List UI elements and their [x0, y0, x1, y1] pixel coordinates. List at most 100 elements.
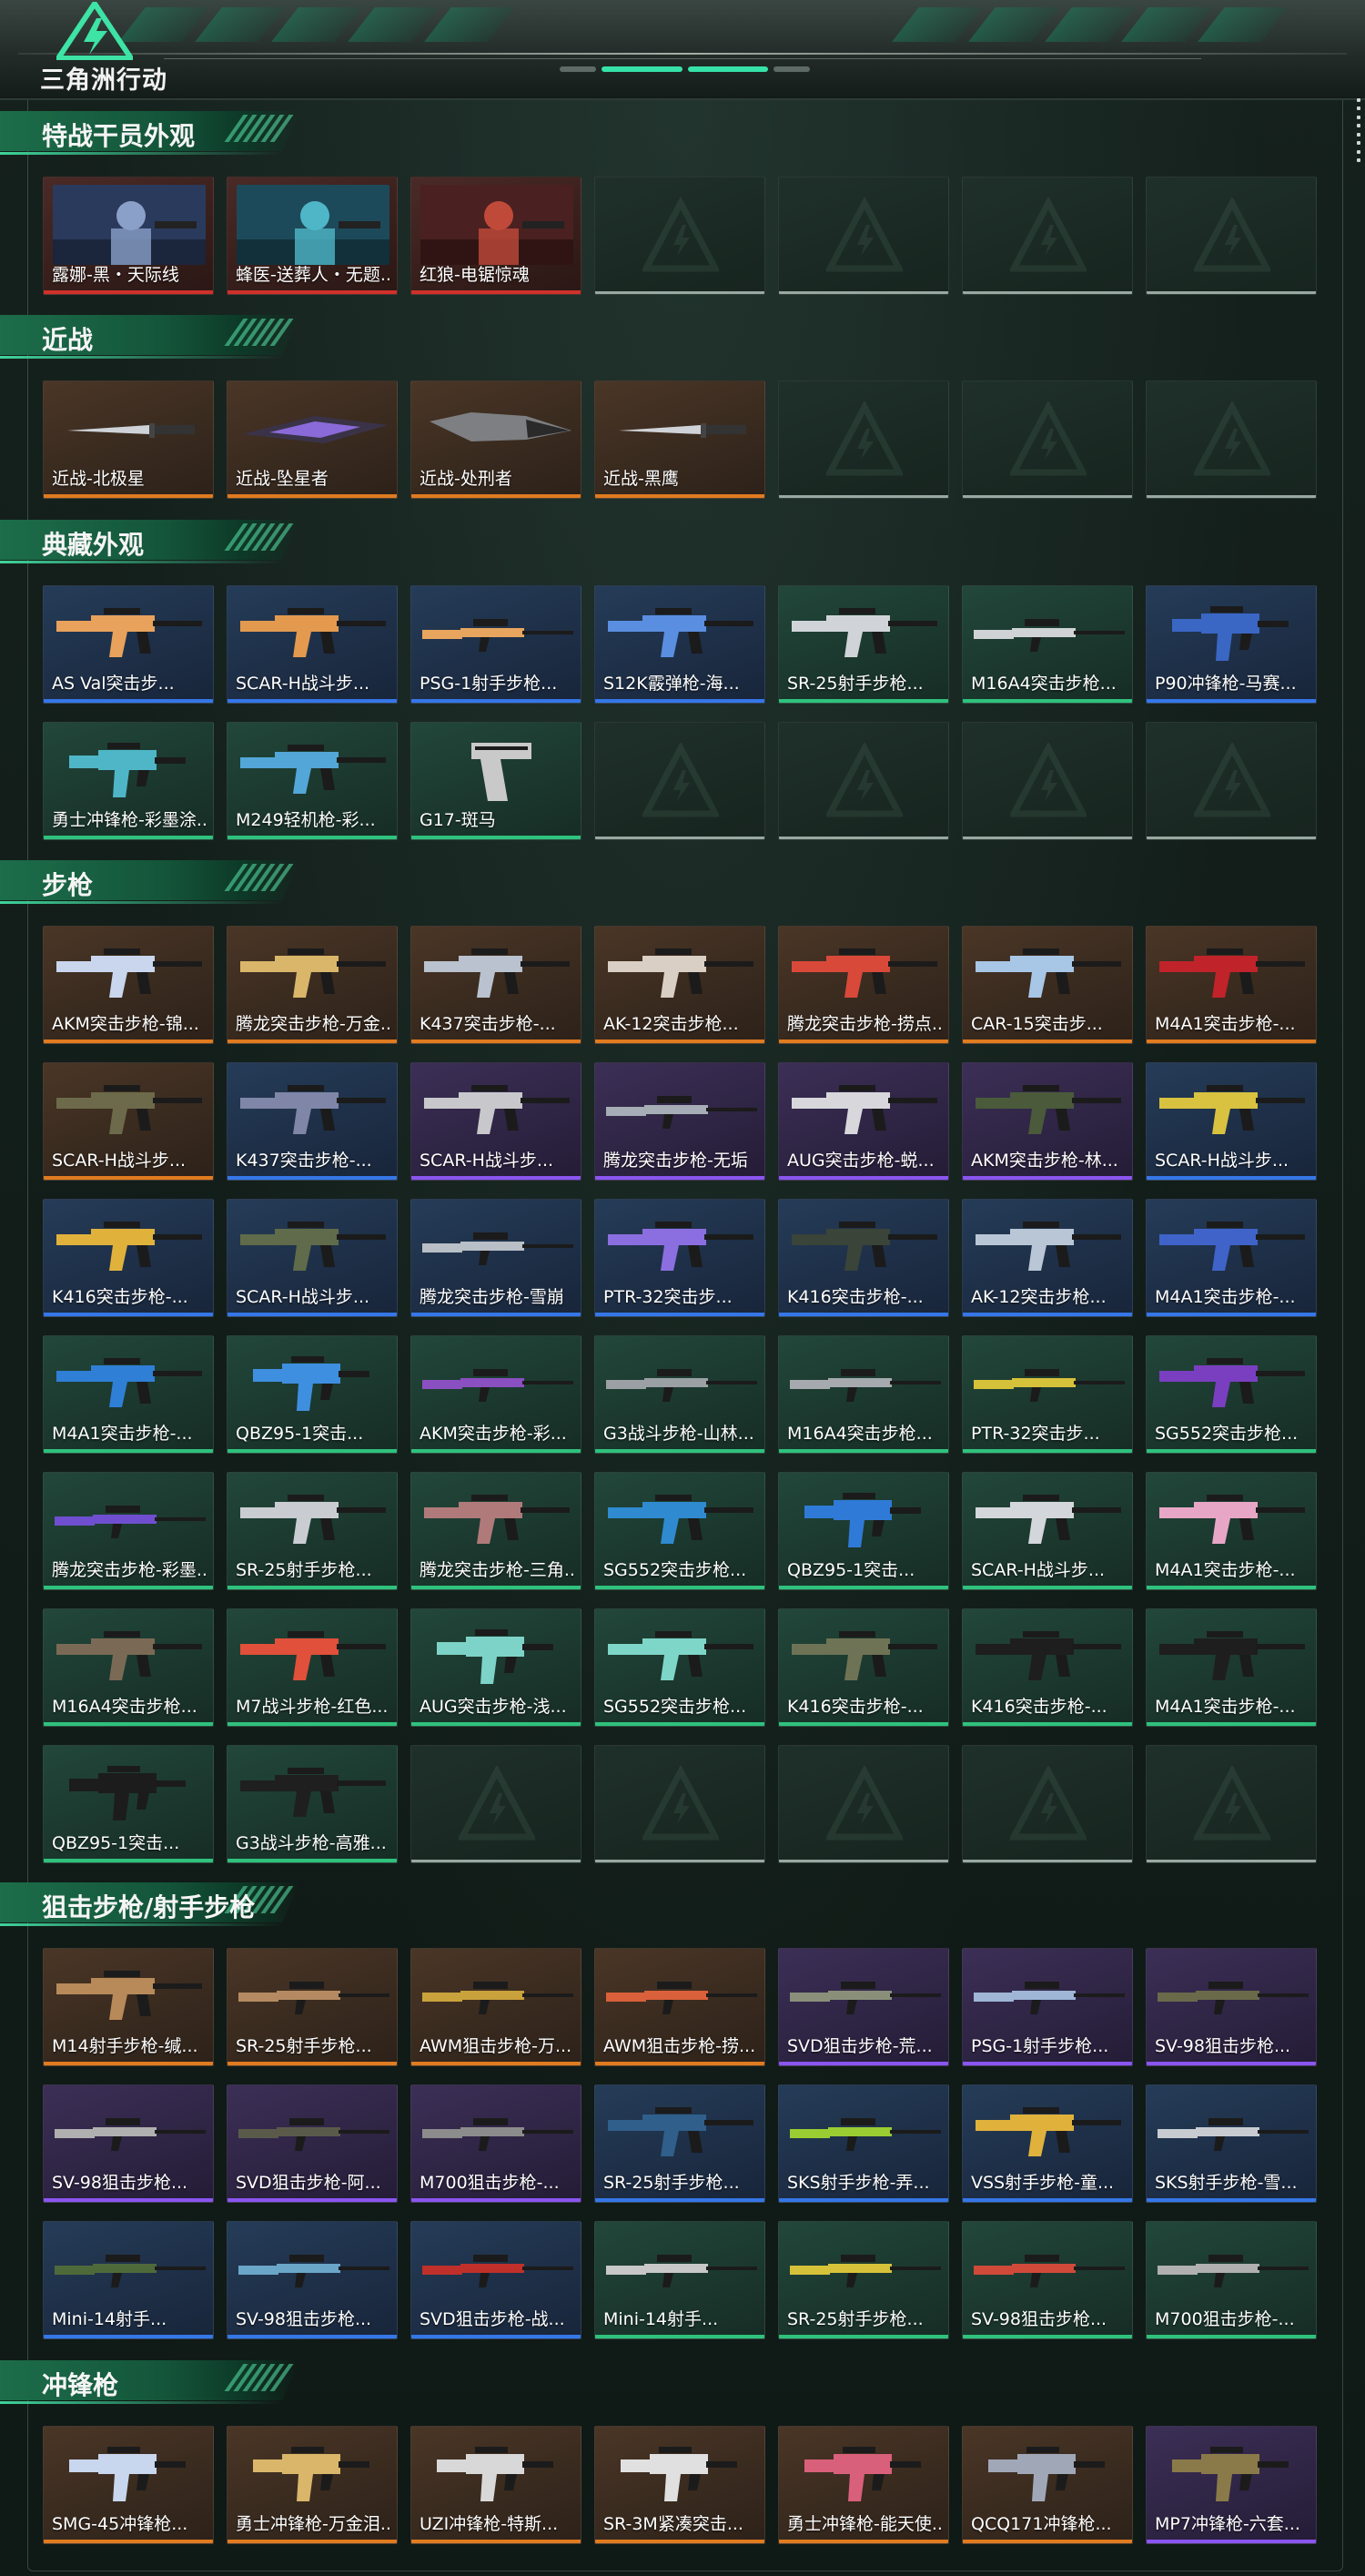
item-card[interactable]: K416突击步枪-... [778, 1199, 949, 1317]
item-card[interactable]: SV-98狙击步枪... [1146, 1948, 1317, 2066]
item-card[interactable]: AKM突击步枪-林... [962, 1062, 1133, 1181]
item-card[interactable]: SR-3M紧凑突击... [594, 2426, 765, 2544]
item-card[interactable]: 腾龙突击步枪-万金... [227, 926, 398, 1044]
item-card[interactable]: SKS射手步枪-弄... [778, 2084, 949, 2203]
item-card[interactable]: 近战-北极星 [43, 380, 214, 499]
item-card[interactable]: S12K霰弹枪-海... [594, 585, 765, 704]
item-card[interactable]: Mini-14射手... [43, 2221, 214, 2339]
item-card[interactable]: AK-12突击步枪... [594, 926, 765, 1044]
scrollbar[interactable] [1356, 98, 1361, 162]
item-card[interactable]: SVD狙击步枪-荒... [778, 1948, 949, 2066]
item-card[interactable]: 腾龙突击步枪-捞点... [778, 926, 949, 1044]
item-card[interactable]: SG552突击步枪... [594, 1608, 765, 1727]
item-card[interactable]: SVD狙击步枪-阿... [227, 2084, 398, 2203]
item-card[interactable]: M4A1突击步枪-... [1146, 1608, 1317, 1727]
item-card[interactable]: SR-25射手步枪... [778, 585, 949, 704]
item-card[interactable]: 勇士冲锋枪-彩墨涂... [43, 722, 214, 840]
rarity-bar [44, 2540, 213, 2543]
item-card[interactable]: AUG突击步枪-蜕... [778, 1062, 949, 1181]
item-card[interactable]: 近战-黑鹰 [594, 380, 765, 499]
item-card[interactable]: QCQ171冲锋枪... [962, 2426, 1133, 2544]
rifle-icon [240, 1085, 386, 1134]
item-card[interactable]: G3战斗步枪-山林... [594, 1335, 765, 1454]
item-card[interactable]: SMG-45冲锋枪... [43, 2426, 214, 2544]
item-card[interactable]: AUG突击步枪-浅... [410, 1608, 581, 1727]
item-card[interactable]: 红狼-电锯惊魂 [410, 177, 581, 295]
item-card[interactable]: QBZ95-1突击... [43, 1745, 214, 1863]
item-card[interactable]: M14射手步枪-缄... [43, 1948, 214, 2066]
item-card[interactable]: PSG-1射手步枪... [410, 585, 581, 704]
item-card[interactable]: G3战斗步枪-高雅... [227, 1745, 398, 1863]
item-card[interactable]: AK-12突击步枪... [962, 1199, 1133, 1317]
item-card[interactable]: SR-25射手步枪... [227, 1472, 398, 1590]
item-card[interactable]: PSG-1射手步枪... [962, 1948, 1133, 2066]
item-card[interactable]: K416突击步枪-... [778, 1608, 949, 1727]
item-card[interactable]: M700狙击步枪-... [410, 2084, 581, 2203]
item-card[interactable]: SCAR-H战斗步... [1146, 1062, 1317, 1181]
item-label: QBZ95-1突击... [787, 1560, 915, 1580]
item-card[interactable]: 勇士冲锋枪-能天使... [778, 2426, 949, 2544]
item-card[interactable]: SV-98狙击步枪... [43, 2084, 214, 2203]
item-card[interactable]: M249轻机枪-彩... [227, 722, 398, 840]
header-divider [18, 53, 1347, 55]
item-card[interactable]: SVD狙击步枪-战... [410, 2221, 581, 2339]
item-card[interactable]: AWM狙击步枪-捞... [594, 1948, 765, 2066]
item-card[interactable]: 露娜-黑・天际线 [43, 177, 214, 295]
item-card[interactable]: PTR-32突击步... [962, 1335, 1133, 1454]
item-card[interactable]: K416突击步枪-... [43, 1199, 214, 1317]
item-card[interactable]: SG552突击步枪... [1146, 1335, 1317, 1454]
item-card[interactable]: CAR-15突击步... [962, 926, 1133, 1044]
item-card[interactable]: M4A1突击步枪-... [43, 1335, 214, 1454]
item-card[interactable]: AWM狙击步枪-万... [410, 1948, 581, 2066]
item-card[interactable]: AKM突击步枪-彩... [410, 1335, 581, 1454]
item-card[interactable]: K437突击步枪-... [410, 926, 581, 1044]
item-label: AWM狙击步枪-捞... [603, 2036, 756, 2056]
item-card[interactable]: 腾龙突击步枪-三角... [410, 1472, 581, 1590]
rifle-icon [240, 1222, 386, 1271]
item-label: 腾龙突击步枪-万金... [236, 1014, 391, 1034]
item-card[interactable]: SG552突击步枪... [594, 1472, 765, 1590]
item-card[interactable]: 蜂医-送葬人・无题... [227, 177, 398, 295]
item-card[interactable]: SCAR-H战斗步... [962, 1472, 1133, 1590]
item-card[interactable]: M700狙击步枪-... [1146, 2221, 1317, 2339]
item-card[interactable]: G17-斑马 [410, 722, 581, 840]
item-card[interactable]: SR-25射手步枪... [594, 2084, 765, 2203]
item-card[interactable]: SR-25射手步枪... [778, 2221, 949, 2339]
item-card[interactable]: 近战-坠星者 [227, 380, 398, 499]
item-card[interactable]: 勇士冲锋枪-万金泪... [227, 2426, 398, 2544]
item-card[interactable]: M16A4突击步枪... [778, 1335, 949, 1454]
item-card[interactable]: AKM突击步枪-锦... [43, 926, 214, 1044]
item-card[interactable]: SCAR-H战斗步... [227, 585, 398, 704]
item-card[interactable]: K416突击步枪-... [962, 1608, 1133, 1727]
item-card[interactable]: M7战斗步枪-红色... [227, 1608, 398, 1727]
item-card[interactable]: AS Val突击步... [43, 585, 214, 704]
item-card[interactable]: QBZ95-1突击... [227, 1335, 398, 1454]
item-card[interactable]: 腾龙突击步枪-无垢 [594, 1062, 765, 1181]
rarity-bar [44, 2062, 213, 2065]
item-card[interactable]: SCAR-H战斗步... [410, 1062, 581, 1181]
item-card[interactable]: UZI冲锋枪-特斯... [410, 2426, 581, 2544]
item-card[interactable]: M4A1突击步枪-... [1146, 1472, 1317, 1590]
item-card[interactable]: VSS射手步枪-童... [962, 2084, 1133, 2203]
item-card[interactable]: MP7冲锋枪-六套... [1146, 2426, 1317, 2544]
item-card[interactable]: SCAR-H战斗步... [227, 1199, 398, 1317]
item-card[interactable]: 近战-处刑者 [410, 380, 581, 499]
item-card[interactable]: SCAR-H战斗步... [43, 1062, 214, 1181]
item-card[interactable]: M16A4突击步枪... [962, 585, 1133, 704]
item-card[interactable]: M16A4突击步枪... [43, 1608, 214, 1727]
section-title: 典藏外观 [42, 530, 145, 560]
item-card[interactable]: Mini-14射手... [594, 2221, 765, 2339]
item-card[interactable]: SR-25射手步枪... [227, 1948, 398, 2066]
item-card[interactable]: M4A1突击步枪-... [1146, 926, 1317, 1044]
item-card[interactable]: QBZ95-1突击... [778, 1472, 949, 1590]
item-card[interactable]: SV-98狙击步枪... [962, 2221, 1133, 2339]
item-card[interactable]: M4A1突击步枪-... [1146, 1199, 1317, 1317]
slot-bar [779, 495, 948, 498]
item-card[interactable]: P90冲锋枪-马赛... [1146, 585, 1317, 704]
item-card[interactable]: 腾龙突击步枪-彩墨... [43, 1472, 214, 1590]
item-card[interactable]: SV-98狙击步枪... [227, 2221, 398, 2339]
item-card[interactable]: SKS射手步枪-雪... [1146, 2084, 1317, 2203]
item-card[interactable]: K437突击步枪-... [227, 1062, 398, 1181]
item-card[interactable]: 腾龙突击步枪-雪崩 [410, 1199, 581, 1317]
item-card[interactable]: PTR-32突击步... [594, 1199, 765, 1317]
